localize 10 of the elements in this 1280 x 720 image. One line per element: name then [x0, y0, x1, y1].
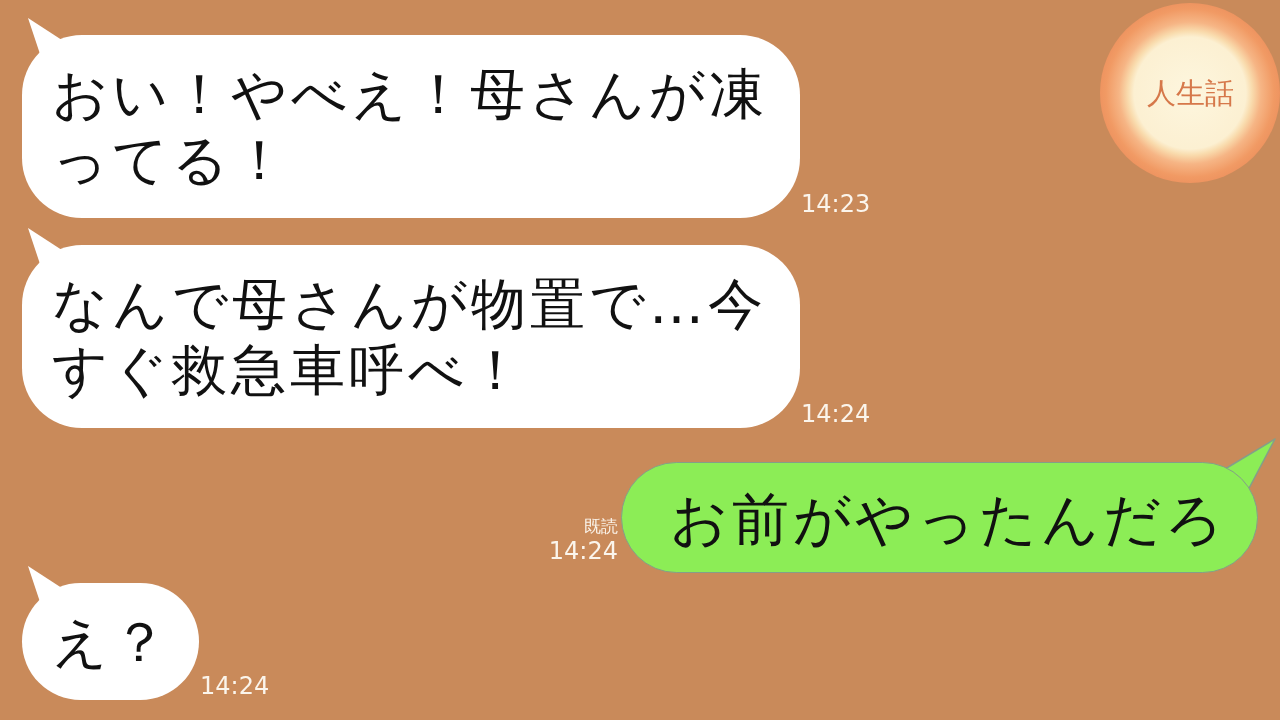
logo-text: 人生話 [1146, 78, 1234, 108]
message-time: 14:24 [200, 672, 270, 700]
message-time: 14:24 [548, 537, 618, 565]
message-time: 14:23 [801, 190, 871, 218]
message-time: 14:24 [801, 400, 871, 428]
message-text: なんで母さんが物置で…今すぐ救急車呼べ！ [52, 271, 768, 403]
message-text: おい！やべえ！母さんが凍ってる！ [52, 61, 769, 193]
message-text: え？ [52, 609, 171, 675]
message-text: お前がやったんだろ [670, 486, 1227, 552]
read-receipt: 既読 [584, 515, 618, 537]
